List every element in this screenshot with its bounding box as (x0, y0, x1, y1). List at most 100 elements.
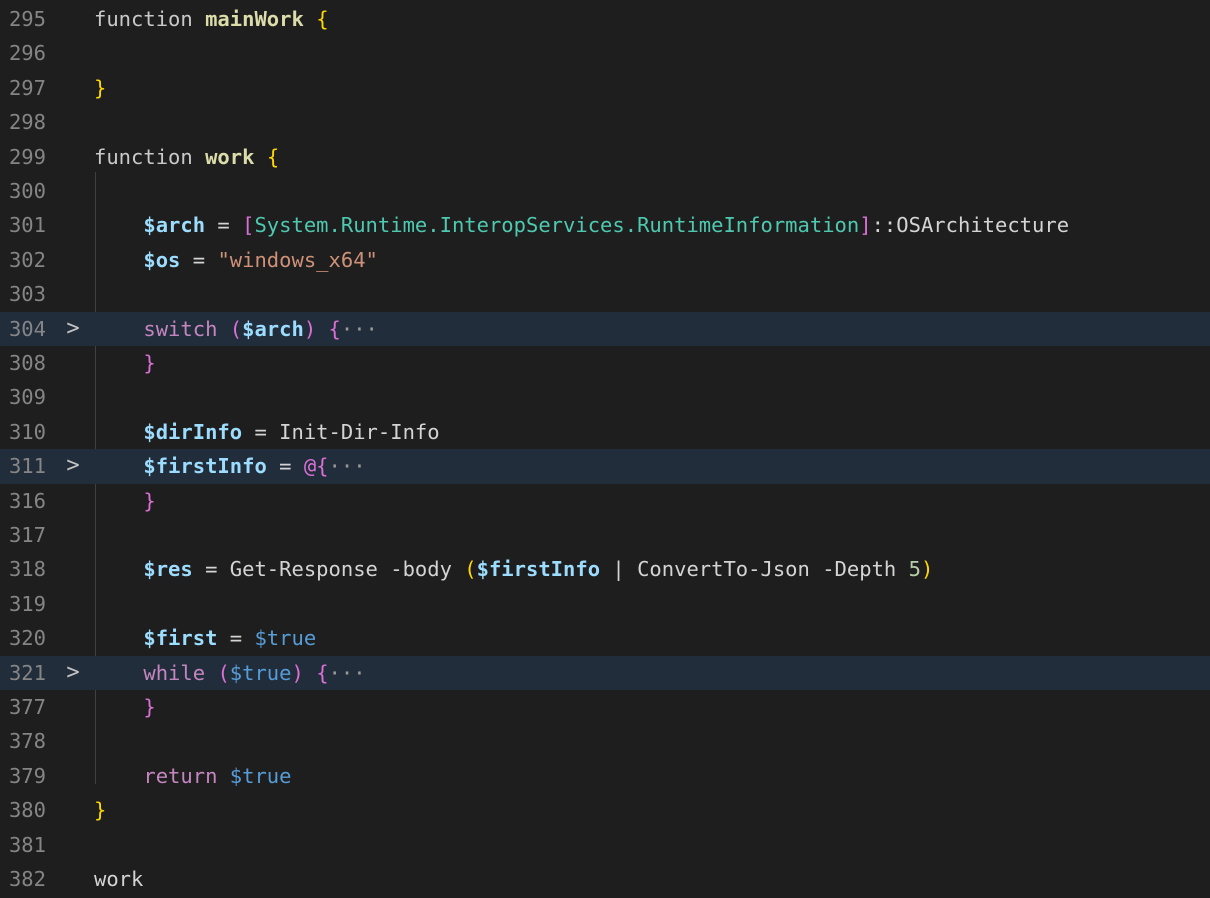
code-text: $os = "windows_x64" (94, 243, 378, 277)
code-token: ( (464, 557, 477, 582)
code-line[interactable]: 321 > while ($true) {··· (0, 655, 1210, 690)
code-line[interactable]: 308 } (0, 346, 1210, 380)
code-line[interactable]: 299 function work { (0, 140, 1210, 174)
line-number: 303 (8, 282, 46, 307)
line-number: 319 (8, 591, 46, 616)
chevron-right-icon[interactable]: > (64, 312, 82, 346)
code-text: switch ($arch) {··· (94, 312, 378, 346)
line-number: 379 (8, 763, 46, 788)
code-line[interactable]: 300 (0, 174, 1210, 208)
code-token: function (94, 144, 206, 169)
code-token: function (94, 7, 206, 31)
code-token: ) (291, 660, 304, 685)
code-line[interactable]: 379 return $true (0, 759, 1210, 793)
code-token: } (94, 75, 107, 100)
chevron-right-icon[interactable]: > (64, 656, 82, 690)
line-number: 380 (8, 798, 46, 823)
code-token: } (143, 351, 156, 375)
code-line[interactable]: 295 function mainWork { (0, 2, 1210, 36)
code-line[interactable]: 296 (0, 36, 1210, 70)
code-text: function work { (94, 140, 279, 174)
code-token: ··· (328, 454, 366, 479)
code-text: $firstInfo = @{··· (94, 449, 366, 483)
code-line[interactable]: 318 $res = Get-Response -body ($firstInf… (0, 552, 1210, 586)
code-line[interactable]: 320 $first = $true (0, 621, 1210, 655)
line-number: 299 (8, 144, 46, 169)
code-token: | ConvertTo-Json -Depth (600, 557, 909, 582)
code-text: } (94, 346, 156, 380)
line-number: 304 (8, 316, 46, 341)
code-line[interactable]: 382 work (0, 862, 1210, 896)
code-token: = (217, 626, 255, 651)
code-line[interactable]: 298 (0, 105, 1210, 139)
code-token: { (316, 7, 329, 31)
code-line[interactable]: 297} (0, 71, 1210, 105)
line-number: 321 (8, 660, 46, 685)
line-number: 308 (8, 351, 46, 375)
chevron-right-icon[interactable]: > (64, 449, 82, 483)
code-token: $arch (143, 213, 206, 238)
code-token: { (328, 316, 341, 341)
code-token: $true (229, 660, 292, 685)
line-number: 320 (8, 626, 46, 651)
code-text: $dirInfo = Init-Dir-Info (94, 415, 440, 449)
code-token: $arch (242, 316, 304, 341)
code-token: 5 (908, 557, 921, 582)
line-number: 300 (8, 179, 46, 203)
code-token: ::OSArchitecture (871, 213, 1070, 238)
code-token: } (94, 798, 107, 823)
code-line[interactable]: 317 (0, 518, 1210, 552)
code-token: = (205, 213, 243, 238)
code-token: work (205, 144, 255, 169)
code-token: $true (254, 626, 317, 651)
code-token: } (143, 695, 156, 719)
code-token: ··· (328, 660, 366, 685)
code-line[interactable]: 301 $arch = [System.Runtime.InteropServi… (0, 208, 1210, 242)
code-line[interactable]: 311 > $firstInfo = @{··· (0, 449, 1210, 484)
code-editor[interactable]: 295 function mainWork {296 297} 298 299 funct… (0, 0, 1210, 898)
code-token: $firstInfo (143, 454, 267, 479)
code-line[interactable]: 310 $dirInfo = Init-Dir-Info (0, 415, 1210, 449)
code-token: while (143, 660, 206, 685)
code-line[interactable]: 319 (0, 587, 1210, 621)
code-text: while ($true) {··· (94, 656, 366, 690)
code-token: ( (217, 660, 230, 685)
code-token: { (316, 660, 329, 685)
code-token: } (143, 488, 156, 513)
code-line[interactable]: 377 } (0, 690, 1210, 724)
code-line[interactable]: 303 (0, 277, 1210, 311)
code-line[interactable]: 304 > switch ($arch) {··· (0, 311, 1210, 346)
code-line[interactable]: 309 (0, 380, 1210, 414)
code-token: ) (303, 316, 317, 341)
code-token: { (266, 144, 280, 169)
code-line[interactable]: 380} (0, 793, 1210, 827)
code-token: $res (143, 557, 193, 582)
code-token: ( (229, 316, 243, 341)
code-token: $first (143, 626, 218, 651)
code-token: ] (859, 213, 872, 238)
code-text: work (94, 862, 143, 896)
code-line[interactable]: 378 (0, 724, 1210, 758)
code-token: ··· (340, 316, 378, 341)
code-line[interactable]: 381 (0, 828, 1210, 862)
code-line[interactable]: 316 } (0, 484, 1210, 518)
code-text: $res = Get-Response -body ($firstInfo | … (94, 552, 933, 586)
code-token: = Init-Dir-Info (242, 419, 440, 444)
line-number: 298 (8, 110, 46, 135)
code-line[interactable]: 302 $os = "windows_x64" (0, 243, 1210, 277)
code-token: $dirInfo (143, 419, 243, 444)
code-text: } (94, 793, 106, 827)
line-number: 297 (8, 75, 46, 100)
